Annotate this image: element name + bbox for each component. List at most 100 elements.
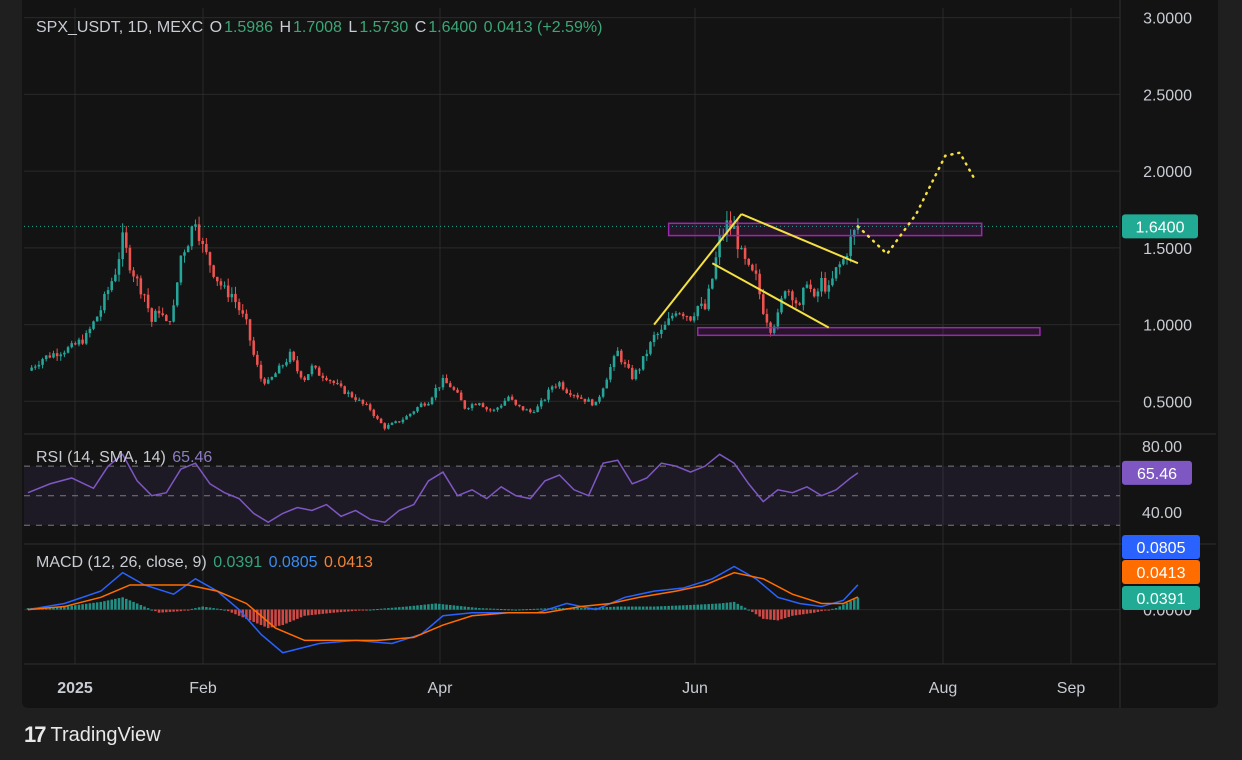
macd-histogram-bar	[645, 606, 649, 610]
candle-body	[408, 413, 412, 417]
tradingview-branding[interactable]: 17 TradingView	[24, 722, 161, 748]
candle	[521, 406, 525, 412]
candle-body	[368, 404, 372, 410]
macd-histogram-bar	[299, 609, 303, 618]
candle-body	[161, 313, 164, 316]
macd-histogram-bar	[641, 606, 645, 610]
macd-histogram-bar	[809, 609, 812, 614]
candle	[580, 394, 583, 400]
candle-body	[467, 408, 470, 410]
macd-histogram-bar	[776, 609, 780, 621]
macd-histogram-bar	[266, 609, 270, 629]
candle-body	[412, 411, 416, 414]
macd-histogram-bar	[139, 605, 143, 610]
candle	[707, 284, 710, 311]
macd-histogram-bar	[441, 604, 445, 610]
candle-body	[503, 400, 507, 406]
candle	[241, 304, 245, 318]
candle	[99, 305, 103, 321]
macd-histogram-bar	[518, 609, 521, 611]
candle	[343, 385, 346, 395]
macd-histogram-bar	[521, 609, 525, 611]
macd-histogram-bar	[128, 600, 132, 610]
time-axis-tick: 2025	[57, 680, 93, 697]
chart-canvas[interactable]: 3.0000 2.5000 2.0000 1.5000 1.0000 0.5000 2025…	[0, 0, 1242, 760]
candle-body	[612, 356, 616, 368]
candle	[489, 407, 492, 413]
candle	[816, 288, 820, 303]
candle	[667, 312, 670, 326]
candle-body	[398, 421, 401, 423]
candle	[419, 402, 423, 408]
macd-histogram-bar	[303, 609, 306, 616]
candle	[492, 408, 496, 412]
macd-histogram-bar	[663, 606, 667, 610]
candle-body	[459, 392, 463, 401]
candle-body	[106, 290, 110, 294]
macd-legend: MACD (12, 26, close, 9) 0.0391 0.0805 0.…	[36, 554, 375, 572]
macd-histogram-bar	[365, 609, 368, 611]
candle-body	[609, 367, 612, 380]
candle	[481, 402, 485, 408]
candle	[288, 348, 292, 364]
macd-histogram-bar	[620, 606, 623, 610]
macd-histogram-bar	[627, 606, 630, 610]
candle	[634, 368, 638, 381]
candle-body	[77, 339, 81, 345]
candle-body	[627, 363, 630, 368]
candle	[550, 385, 554, 393]
candle-body	[132, 270, 135, 277]
candle-body	[543, 399, 547, 401]
macd-histogram-bar	[368, 609, 372, 611]
candle-body	[387, 424, 390, 429]
candle-body	[241, 310, 245, 314]
candle	[827, 280, 831, 299]
candle-body	[598, 396, 601, 402]
candle	[594, 401, 598, 406]
macd-histogram-bar	[372, 609, 376, 611]
macd-histogram-bar	[434, 603, 437, 610]
macd-histogram-bar	[718, 603, 721, 610]
macd-histogram-bar	[343, 609, 346, 612]
candle-body	[128, 247, 132, 271]
candle	[121, 223, 124, 267]
macd-histogram-bar	[630, 606, 634, 610]
macd-histogram-bar	[157, 609, 161, 613]
candle-body	[711, 278, 714, 289]
macd-histogram-bar	[387, 608, 390, 610]
candle	[776, 308, 780, 330]
macd-histogram-bar	[470, 607, 474, 610]
candle	[783, 290, 787, 300]
candle-body	[37, 364, 41, 367]
price-axis-tick: 3.0000	[1143, 11, 1192, 28]
candle	[117, 252, 121, 282]
change-value: 0.0413 (+2.59%)	[483, 19, 603, 36]
candle	[114, 268, 117, 283]
candle-body	[765, 314, 769, 323]
candle-body	[332, 380, 336, 383]
candle-body	[310, 365, 314, 375]
macd-histogram-bar	[223, 609, 226, 611]
candle	[110, 277, 113, 293]
macd-histogram-bar	[165, 609, 168, 613]
candle	[525, 408, 528, 411]
candle	[459, 390, 463, 401]
candle-body	[274, 373, 277, 378]
macd-histogram-bar	[175, 609, 179, 612]
candle-body	[667, 318, 670, 325]
candle-body	[463, 400, 467, 409]
macd-histogram-bar	[248, 609, 252, 621]
candle	[234, 286, 237, 309]
candle	[696, 305, 700, 321]
macd-histogram-bar	[660, 606, 663, 610]
candle-body	[587, 399, 590, 402]
macd-histogram-bar	[703, 604, 707, 610]
candle-body	[547, 389, 550, 400]
macd-histogram-bar	[179, 609, 183, 612]
candle-body	[594, 401, 598, 406]
candle	[256, 350, 259, 368]
candle-body	[365, 403, 368, 405]
candle	[299, 370, 303, 380]
candle-body	[307, 374, 310, 381]
macd-histogram-bar	[721, 603, 725, 610]
